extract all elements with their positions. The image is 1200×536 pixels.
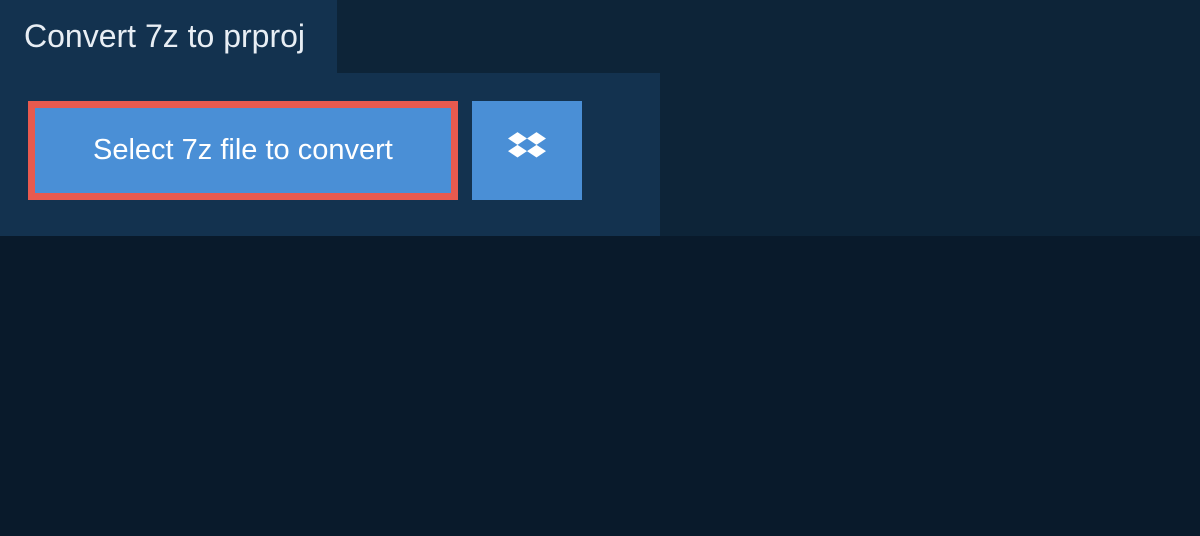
page-title: Convert 7z to prproj bbox=[24, 18, 305, 54]
dropbox-icon bbox=[508, 129, 546, 172]
upload-panel: Select 7z file to convert bbox=[0, 73, 660, 236]
bottom-background bbox=[0, 236, 1200, 536]
select-file-button[interactable]: Select 7z file to convert bbox=[28, 101, 458, 200]
dropbox-upload-button[interactable] bbox=[472, 101, 582, 200]
page-title-tab: Convert 7z to prproj bbox=[0, 0, 337, 73]
select-file-label: Select 7z file to convert bbox=[93, 134, 393, 167]
